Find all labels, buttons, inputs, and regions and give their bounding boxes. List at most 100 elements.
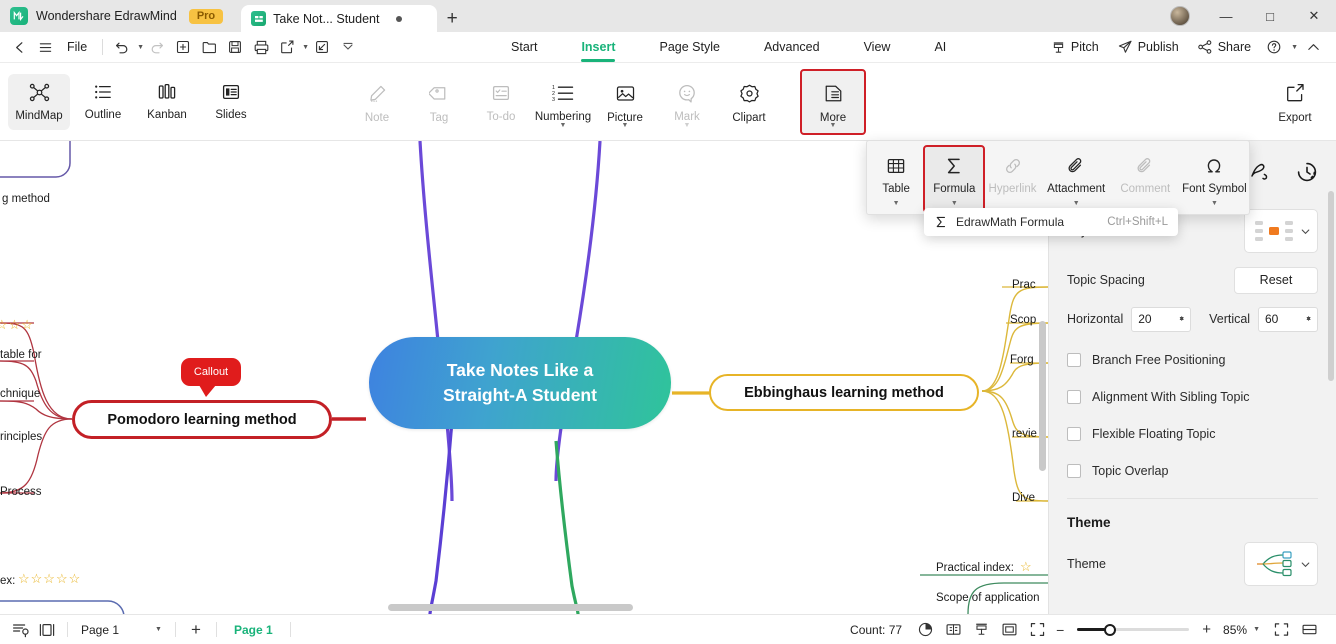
- view-mode-mindmap[interactable]: MindMap: [8, 73, 70, 130]
- chevron-down-icon[interactable]: [1300, 559, 1311, 570]
- checkbox-flexible-floating-topic[interactable]: Flexible Floating Topic: [1067, 419, 1318, 449]
- view-mode-kanban[interactable]: Kanban: [136, 74, 198, 130]
- chevron-down-icon[interactable]: ▼: [656, 122, 718, 129]
- vertical-input[interactable]: [1259, 307, 1297, 331]
- canvas-horizontal-scrollbar[interactable]: [388, 604, 633, 611]
- left-leaf-1[interactable]: table for: [0, 349, 42, 361]
- zoom-in-button[interactable]: +: [1198, 621, 1215, 638]
- publish-button[interactable]: Publish: [1109, 34, 1187, 60]
- fit-width-icon[interactable]: [1296, 618, 1322, 642]
- tab-insert[interactable]: Insert: [559, 32, 637, 63]
- layout-dropdown[interactable]: [1244, 209, 1318, 253]
- flyout-table[interactable]: Table ▼: [867, 147, 925, 211]
- zoom-out-button[interactable]: −: [1052, 622, 1068, 638]
- current-page-tab[interactable]: Page 1: [224, 623, 283, 637]
- checkbox-icon[interactable]: [1067, 353, 1081, 367]
- chevron-down-icon[interactable]: ▼: [1253, 626, 1260, 633]
- fit-icon[interactable]: [1024, 618, 1050, 642]
- help-dropdown-icon[interactable]: ▼: [1291, 44, 1298, 51]
- export-dropdown-icon[interactable]: ▼: [302, 44, 309, 51]
- stepper-arrows[interactable]: ▲ ▼: [1305, 315, 1317, 323]
- checkbox-branch-free-positioning[interactable]: Branch Free Positioning: [1067, 345, 1318, 375]
- checkbox-icon[interactable]: [1067, 390, 1081, 404]
- clipped-topic-top-left[interactable]: g method: [2, 193, 50, 205]
- bottom-right-leaf-1[interactable]: Practical index:: [936, 562, 1014, 574]
- export-button[interactable]: Export: [1264, 74, 1326, 130]
- frame-icon[interactable]: [996, 618, 1022, 642]
- zoom-slider-handle[interactable]: [1104, 623, 1117, 636]
- stepper-arrows[interactable]: ▲ ▼: [1178, 315, 1190, 323]
- chevron-down-icon[interactable]: ▼: [925, 200, 983, 207]
- insert-more[interactable]: More ▼: [800, 68, 866, 135]
- flyout-hyperlink[interactable]: Hyperlink: [983, 147, 1041, 211]
- minimize-button[interactable]: —: [1204, 0, 1248, 32]
- canvas-vertical-scrollbar[interactable]: [1039, 321, 1046, 471]
- right-leaf-1[interactable]: Prac: [1012, 279, 1036, 291]
- avatar[interactable]: [1170, 6, 1190, 26]
- insert-todo[interactable]: To-do: [470, 71, 532, 133]
- checkbox-icon[interactable]: [1067, 464, 1081, 478]
- tab-view[interactable]: View: [842, 32, 913, 63]
- share-button[interactable]: Share: [1189, 34, 1259, 60]
- new-page-icon[interactable]: [170, 34, 196, 60]
- redo-icon[interactable]: [144, 34, 170, 60]
- chevron-down-icon[interactable]: ▼: [802, 122, 864, 129]
- file-menu-button[interactable]: File: [58, 34, 96, 60]
- view-mode-outline[interactable]: Outline: [72, 74, 134, 130]
- view-mode-slides[interactable]: Slides: [200, 74, 262, 130]
- right-leaf-3[interactable]: Forg: [1010, 354, 1034, 366]
- pitch-button[interactable]: Pitch: [1043, 34, 1107, 60]
- chevron-down-icon[interactable]: [1300, 226, 1311, 237]
- collapse-ribbon-icon[interactable]: [1300, 34, 1326, 60]
- tab-start[interactable]: Start: [489, 32, 559, 63]
- chevron-down-icon[interactable]: ▼: [867, 200, 925, 207]
- help-icon[interactable]: [1261, 34, 1287, 60]
- left-leaf-2[interactable]: chnique: [0, 388, 40, 400]
- flyout-formula[interactable]: Formula ▼: [923, 145, 986, 213]
- undo-icon[interactable]: [109, 34, 135, 60]
- collapse-icon[interactable]: [309, 34, 335, 60]
- more-chevron-icon[interactable]: [335, 34, 361, 60]
- flyout-font-symbol[interactable]: Font Symbol ▼: [1180, 147, 1249, 211]
- insert-picture[interactable]: Picture ▼: [594, 71, 656, 133]
- page-selector-dropdown[interactable]: Page 1 ▼: [75, 619, 168, 641]
- document-tab[interactable]: Take Not... Student: [241, 5, 438, 32]
- theme-dropdown[interactable]: [1244, 542, 1318, 586]
- insert-tag[interactable]: Tag: [408, 71, 470, 133]
- export-share-icon[interactable]: [274, 34, 300, 60]
- left-leaf-3[interactable]: rinciples: [0, 431, 42, 443]
- horizontal-stepper[interactable]: ▲▼: [1131, 306, 1192, 332]
- insert-clipart[interactable]: Clipart: [718, 71, 780, 133]
- hamburger-menu-icon[interactable]: [32, 34, 58, 60]
- right-leaf-4[interactable]: revie: [1012, 428, 1037, 440]
- save-disk-icon[interactable]: [222, 34, 248, 60]
- tab-ai[interactable]: AI: [912, 32, 968, 63]
- chevron-down-icon[interactable]: ▼: [1180, 200, 1249, 207]
- right-panel-scrollbar[interactable]: [1328, 191, 1334, 381]
- checkbox-icon[interactable]: [1067, 427, 1081, 441]
- tab-advanced[interactable]: Advanced: [742, 32, 842, 63]
- chevron-down-icon[interactable]: ▼: [594, 122, 656, 129]
- book-icon[interactable]: [940, 618, 966, 642]
- close-button[interactable]: ✕: [1292, 0, 1336, 32]
- add-page-button[interactable]: +: [183, 618, 209, 642]
- new-tab-button[interactable]: +: [437, 5, 467, 32]
- right-leaf-2[interactable]: Scop: [1010, 314, 1036, 326]
- insert-numbering[interactable]: 123 Numbering ▼: [532, 71, 594, 133]
- edrawmath-formula-menu-item[interactable]: EdrawMath Formula Ctrl+Shift+L: [924, 208, 1178, 236]
- pie-icon[interactable]: [912, 618, 938, 642]
- zoom-slider[interactable]: [1077, 623, 1190, 636]
- chevron-down-icon[interactable]: ▼: [155, 626, 162, 633]
- outline-view-icon[interactable]: [8, 618, 34, 642]
- chevron-down-icon[interactable]: ▼: [532, 122, 594, 129]
- right-leaf-5[interactable]: Dive: [1012, 492, 1035, 504]
- flyout-comment[interactable]: Comment: [1111, 147, 1180, 211]
- tab-page-style[interactable]: Page Style: [637, 32, 741, 63]
- insert-mark[interactable]: Mark ▼: [656, 71, 718, 133]
- presentation-icon[interactable]: [34, 618, 60, 642]
- insert-note[interactable]: Note: [346, 71, 408, 133]
- print-icon[interactable]: [248, 34, 274, 60]
- flyout-attachment[interactable]: Attachment ▼: [1042, 147, 1111, 211]
- left-leaf-4[interactable]: Process: [0, 486, 42, 498]
- central-topic[interactable]: Take Notes Like a Straight-A Student: [369, 337, 671, 429]
